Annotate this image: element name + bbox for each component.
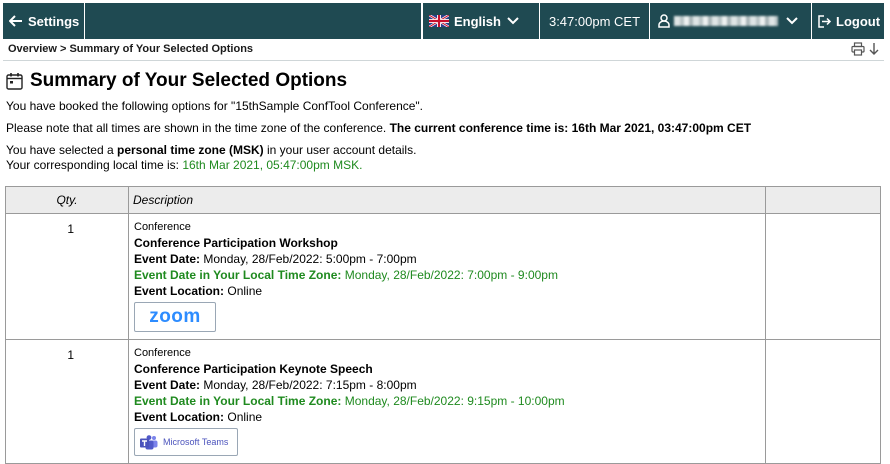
conference-time: The current conference time is: 16th Mar…: [389, 121, 752, 135]
event-date-value: Monday, 28/Feb/2022: 7:15pm - 8:00pm: [203, 378, 417, 392]
local-date-line: Event Date in Your Local Time Zone: Mond…: [134, 267, 761, 283]
table-row: 1 Conference Conference Participation Ke…: [5, 339, 881, 464]
settings-button[interactable]: Settings: [3, 3, 85, 39]
event-date-label: Event Date:: [134, 378, 201, 392]
username-redacted: [674, 16, 778, 26]
local-date-label: Event Date in Your Local Time Zone:: [134, 268, 342, 282]
option-name: Conference Participation Workshop: [134, 236, 338, 250]
location-value: Online: [227, 284, 263, 298]
language-selector[interactable]: English: [422, 3, 540, 39]
qty-cell: 1: [5, 213, 129, 340]
location-line: Event Location: Online: [134, 409, 761, 425]
personal-timezone: personal time zone (MSK): [116, 143, 264, 157]
page-title-text: Summary of Your Selected Options: [30, 70, 348, 91]
top-navigation-bar: Settings English 3:47:00pm CET Logout: [3, 3, 884, 39]
location-value: Online: [227, 410, 263, 424]
page-title: Summary of Your Selected Options: [6, 70, 347, 92]
zoom-logo-text: zoom: [149, 306, 201, 327]
local-date-value: Monday, 28/Feb/2022: 7:00pm - 9:00pm: [344, 268, 558, 282]
event-date-line: Event Date: Monday, 28/Feb/2022: 5:00pm …: [134, 251, 761, 267]
column-header-description: Description: [128, 186, 766, 214]
user-menu[interactable]: [650, 3, 812, 39]
local-time-note: Your corresponding local time is: 16th M…: [6, 158, 362, 172]
option-name: Conference Participation Keynote Speech: [134, 362, 373, 376]
topbar-spacer: [85, 3, 422, 39]
settings-label: Settings: [28, 13, 80, 29]
event-date-value: Monday, 28/Feb/2022: 5:00pm - 7:00pm: [203, 252, 417, 266]
column-header-empty: [765, 186, 881, 214]
local-time-value: 16th Mar 2021, 05:47:00pm MSK.: [182, 158, 363, 172]
page-tools: [851, 42, 880, 56]
print-icon[interactable]: [851, 42, 865, 56]
personal-timezone-prefix: You have selected a: [6, 143, 117, 157]
event-date-label: Event Date:: [134, 252, 201, 266]
local-date-value: Monday, 28/Feb/2022: 9:15pm - 10:00pm: [344, 394, 565, 408]
local-date-label: Event Date in Your Local Time Zone:: [134, 394, 342, 408]
location-line: Event Location: Online: [134, 283, 761, 299]
location-label: Event Location:: [134, 410, 225, 424]
location-label: Event Location:: [134, 284, 225, 298]
description-cell: Conference Conference Participation Work…: [128, 213, 766, 340]
teams-logo-text: Microsoft Teams: [163, 437, 229, 447]
table-header-row: Qty. Description: [5, 186, 881, 214]
breadcrumb[interactable]: Overview > Summary of Your Selected Opti…: [8, 43, 253, 55]
local-date-line: Event Date in Your Local Time Zone: Mond…: [134, 393, 761, 409]
event-date-line: Event Date: Monday, 28/Feb/2022: 7:15pm …: [134, 377, 761, 393]
uk-flag-icon: [429, 15, 449, 27]
breadcrumb-bar: Overview > Summary of Your Selected Opti…: [3, 39, 884, 61]
microsoft-teams-logo[interactable]: Microsoft Teams: [134, 428, 238, 456]
personal-timezone-suffix: in your user account details.: [263, 143, 417, 157]
description-cell: Conference Conference Participation Keyn…: [128, 339, 766, 464]
arrow-left-icon: [9, 15, 22, 27]
empty-cell: [765, 213, 881, 340]
current-time: 3:47:00pm CET: [540, 3, 650, 39]
language-label: English: [454, 13, 501, 29]
local-time-prefix: Your corresponding local time is:: [6, 158, 183, 172]
option-category: Conference: [134, 347, 191, 359]
user-icon: [658, 14, 670, 28]
timezone-note: Please note that all times are shown in …: [6, 121, 751, 135]
table-row: 1 Conference Conference Participation Wo…: [5, 213, 881, 340]
personal-timezone-note: You have selected a personal time zone (…: [6, 143, 416, 157]
timezone-note-text: Please note that all times are shown in …: [6, 121, 390, 135]
options-table: Qty. Description 1 Conference Conference…: [5, 186, 881, 464]
option-category: Conference: [134, 221, 191, 233]
column-header-qty: Qty.: [5, 186, 129, 214]
arrow-down-icon[interactable]: [868, 42, 880, 56]
teams-icon: [140, 434, 158, 449]
logout-label: Logout: [836, 13, 881, 29]
zoom-logo[interactable]: zoom: [134, 302, 216, 332]
logout-button[interactable]: Logout: [812, 3, 884, 39]
chevron-down-icon: [786, 17, 798, 25]
chevron-down-icon: [507, 17, 519, 25]
empty-cell: [765, 339, 881, 464]
booking-intro: You have booked the following options fo…: [6, 99, 424, 113]
logout-icon: [818, 14, 832, 28]
qty-cell: 1: [5, 339, 129, 464]
calendar-icon: [6, 73, 23, 90]
